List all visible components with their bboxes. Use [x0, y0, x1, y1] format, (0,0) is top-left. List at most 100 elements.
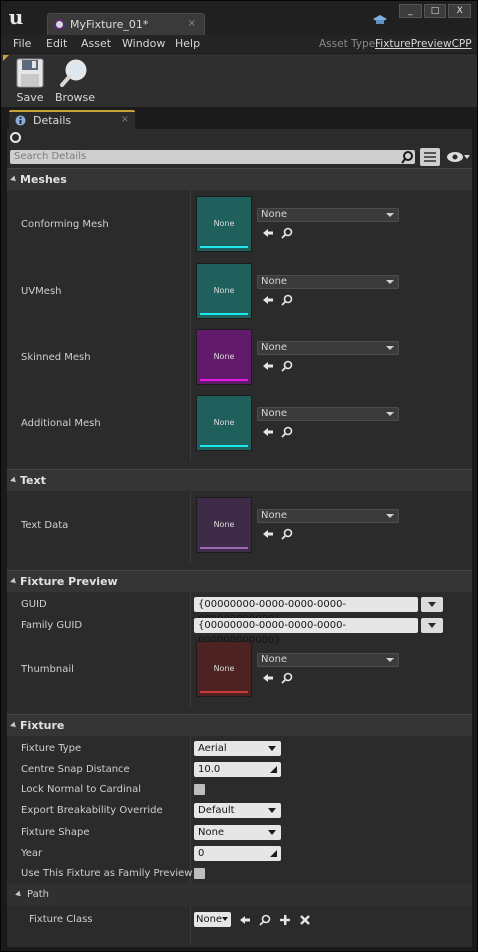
uvmesh-thumbnail[interactable]: None	[196, 263, 252, 319]
guid-label: GUID	[21, 599, 47, 610]
property-matrix-icon[interactable]	[420, 148, 440, 166]
export-breakability-label: Export Breakability Override	[21, 805, 163, 816]
search-icon[interactable]	[401, 150, 413, 164]
document-tab-close-icon[interactable]: ×	[188, 18, 196, 29]
document-tab[interactable]: MyFixture_01* ×	[47, 13, 205, 35]
column-splitter[interactable]	[190, 491, 191, 563]
family-guid-field[interactable]: {00000000-0000-0000-0000-000000000000}	[194, 618, 418, 646]
browse-to-asset-icon[interactable]	[259, 914, 271, 926]
collapse-arrow-icon	[10, 476, 18, 485]
asset-picker-value: None	[261, 510, 288, 521]
subcategory-title: Path	[27, 889, 49, 900]
unreal-logo-icon[interactable]: u	[5, 6, 27, 28]
clear-x-icon[interactable]	[299, 914, 311, 926]
use-selected-arrow-icon[interactable]	[262, 227, 274, 239]
lock-normal-checkbox[interactable]	[194, 784, 205, 795]
details-tab-close-icon[interactable]: ×	[121, 114, 129, 125]
browse-to-asset-icon[interactable]	[281, 528, 293, 540]
guid-field[interactable]: {00000000-0000-0000-0000-000000000000}	[194, 597, 418, 625]
chevron-down-icon	[386, 658, 394, 662]
skinned-mesh-asset-picker[interactable]: None	[257, 341, 399, 355]
use-family-preview-checkbox[interactable]	[194, 868, 205, 879]
guid-dropdown-button[interactable]	[421, 597, 443, 612]
use-selected-arrow-icon[interactable]	[262, 360, 274, 372]
chevron-down-icon	[428, 623, 436, 628]
thumbnail-label: None	[213, 219, 235, 228]
menu-file[interactable]: File	[13, 37, 31, 50]
browse-to-asset-icon[interactable]	[281, 294, 293, 306]
fixture-type-dropdown[interactable]: Aerial	[194, 741, 281, 756]
use-selected-arrow-icon[interactable]	[262, 426, 274, 438]
asset-type-label: Asset Type:	[319, 38, 379, 50]
browse-to-asset-icon[interactable]	[281, 426, 293, 438]
export-breakability-dropdown[interactable]: Default	[194, 803, 281, 818]
lock-selection-icon[interactable]	[10, 132, 21, 143]
asset-picker-value: None	[261, 408, 288, 419]
browse-button[interactable]: Browse	[55, 58, 95, 106]
use-selected-arrow-icon[interactable]	[239, 914, 251, 926]
category-meshes-header[interactable]: Meshes	[7, 168, 472, 190]
family-guid-label: Family GUID	[21, 620, 83, 631]
menu-edit[interactable]: Edit	[46, 37, 67, 50]
thumbnail-label: None	[213, 418, 235, 427]
details-tab[interactable]: Details ×	[9, 110, 135, 130]
year-input[interactable]: 0	[194, 846, 281, 861]
category-title: Meshes	[20, 173, 67, 186]
save-button[interactable]: Save	[13, 58, 47, 106]
additional-mesh-thumbnail[interactable]: None	[196, 395, 252, 451]
fixture-class-dropdown[interactable]: None	[194, 912, 231, 927]
family-guid-dropdown-button[interactable]	[421, 618, 443, 633]
asset-color-bar	[200, 547, 248, 549]
view-options-eye-icon[interactable]	[446, 151, 470, 163]
subcategory-path-header[interactable]: Path	[7, 884, 472, 906]
centre-snap-distance-input[interactable]: 10.0	[194, 762, 281, 777]
text-data-thumbnail[interactable]: None	[196, 497, 252, 553]
year-value: 0	[198, 848, 205, 859]
category-title: Text	[20, 474, 46, 487]
search-input[interactable]: Search Details	[10, 150, 415, 164]
centre-snap-distance-label: Centre Snap Distance	[21, 764, 130, 775]
conforming-mesh-asset-picker[interactable]: None	[257, 208, 399, 222]
menu-bar: File Edit Asset Window Help Asset Type: …	[1, 35, 477, 53]
menu-window[interactable]: Window	[122, 37, 165, 50]
fixture-class-label: Fixture Class	[29, 914, 93, 925]
column-splitter[interactable]	[190, 592, 191, 708]
asset-picker-value: None	[261, 342, 288, 353]
asset-picker-value: None	[261, 209, 288, 220]
maximize-button[interactable]: □	[423, 4, 447, 18]
asset-color-bar	[200, 691, 248, 693]
chevron-down-icon	[386, 213, 394, 217]
menu-asset[interactable]: Asset	[81, 37, 111, 50]
category-fixture-preview-header[interactable]: Fixture Preview	[7, 570, 472, 592]
thumbnail-asset-picker[interactable]: None	[257, 653, 399, 667]
thumbnail-asset-thumbnail[interactable]: None	[196, 641, 252, 697]
use-selected-arrow-icon[interactable]	[262, 672, 274, 684]
asset-type-link[interactable]: FixturePreviewCPP	[375, 38, 472, 50]
browse-to-asset-icon[interactable]	[281, 360, 293, 372]
graduation-cap-icon[interactable]	[373, 13, 387, 27]
conforming-mesh-thumbnail[interactable]: None	[196, 196, 252, 252]
minimize-button[interactable]: _	[399, 4, 422, 18]
text-data-asset-picker[interactable]: None	[257, 509, 399, 523]
window-controls: _ □ X	[399, 4, 472, 18]
plus-icon[interactable]	[279, 914, 291, 926]
additional-mesh-asset-picker[interactable]: None	[257, 407, 399, 421]
skinned-mesh-thumbnail[interactable]: None	[196, 329, 252, 385]
category-fixture-header[interactable]: Fixture	[7, 714, 472, 736]
column-splitter[interactable]	[190, 190, 191, 462]
browse-to-asset-icon[interactable]	[281, 672, 293, 684]
browse-to-asset-icon[interactable]	[281, 227, 293, 239]
menu-help[interactable]: Help	[175, 37, 200, 50]
uvmesh-asset-picker[interactable]: None	[257, 275, 399, 289]
use-selected-arrow-icon[interactable]	[262, 294, 274, 306]
lock-normal-label: Lock Normal to Cardinal	[21, 784, 141, 795]
close-button[interactable]: X	[448, 4, 472, 18]
fixture-class-value: None	[196, 914, 223, 925]
use-selected-arrow-icon[interactable]	[262, 528, 274, 540]
magnifier-icon	[60, 59, 87, 87]
category-text-header[interactable]: Text	[7, 469, 472, 491]
column-splitter[interactable]	[190, 736, 191, 944]
fixture-shape-dropdown[interactable]: None	[194, 825, 281, 840]
collapse-arrow-icon	[15, 890, 23, 899]
toolbar: Save Browse	[1, 53, 477, 107]
